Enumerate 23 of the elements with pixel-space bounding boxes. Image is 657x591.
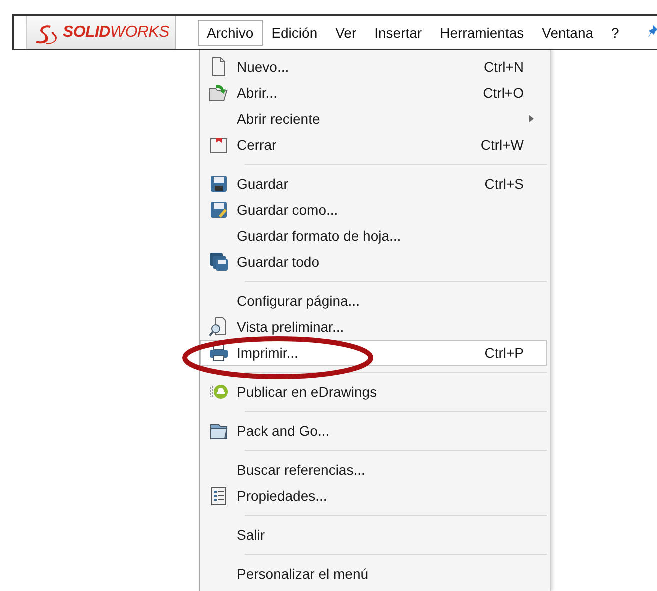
menu-item[interactable]: Cerrar Ctrl+W <box>200 132 547 158</box>
menu-item[interactable]: Imprimir... Ctrl+P <box>200 340 547 366</box>
menu-item[interactable]: Vista preliminar... <box>200 314 547 340</box>
menu-item[interactable]: Salir <box>200 522 547 548</box>
menu-item[interactable]: Personalizar el menú <box>200 561 547 587</box>
menu-item[interactable]: Propiedades... <box>200 483 547 509</box>
menu-item[interactable]: Guardar como... <box>200 197 547 223</box>
menu-item[interactable]: Publicar en eDrawings <box>200 379 547 405</box>
logo-text: SOLIDWORKS <box>63 24 170 42</box>
menu-item[interactable]: Pack and Go... <box>200 418 547 444</box>
stacked-floppies-icon <box>208 251 230 273</box>
folder-arrow-icon <box>208 82 230 104</box>
floppy-pencil-icon <box>208 199 230 221</box>
menu-bar-item[interactable]: Archivo <box>198 20 263 46</box>
menu-item[interactable]: Abrir reciente <box>200 106 547 132</box>
menu-item[interactable]: Guardar formato de hoja... <box>200 223 547 249</box>
menu-item[interactable]: Guardar todo <box>200 249 547 275</box>
menu-item[interactable]: Abrir... Ctrl+O <box>200 80 547 106</box>
printer-icon <box>208 342 230 364</box>
menu-item[interactable]: Nuevo... Ctrl+N <box>200 54 547 80</box>
menu-item[interactable]: Configurar página... <box>200 288 547 314</box>
menu-item[interactable]: Buscar referencias... <box>200 457 547 483</box>
menu-item[interactable]: Guardar Ctrl+S <box>200 171 547 197</box>
